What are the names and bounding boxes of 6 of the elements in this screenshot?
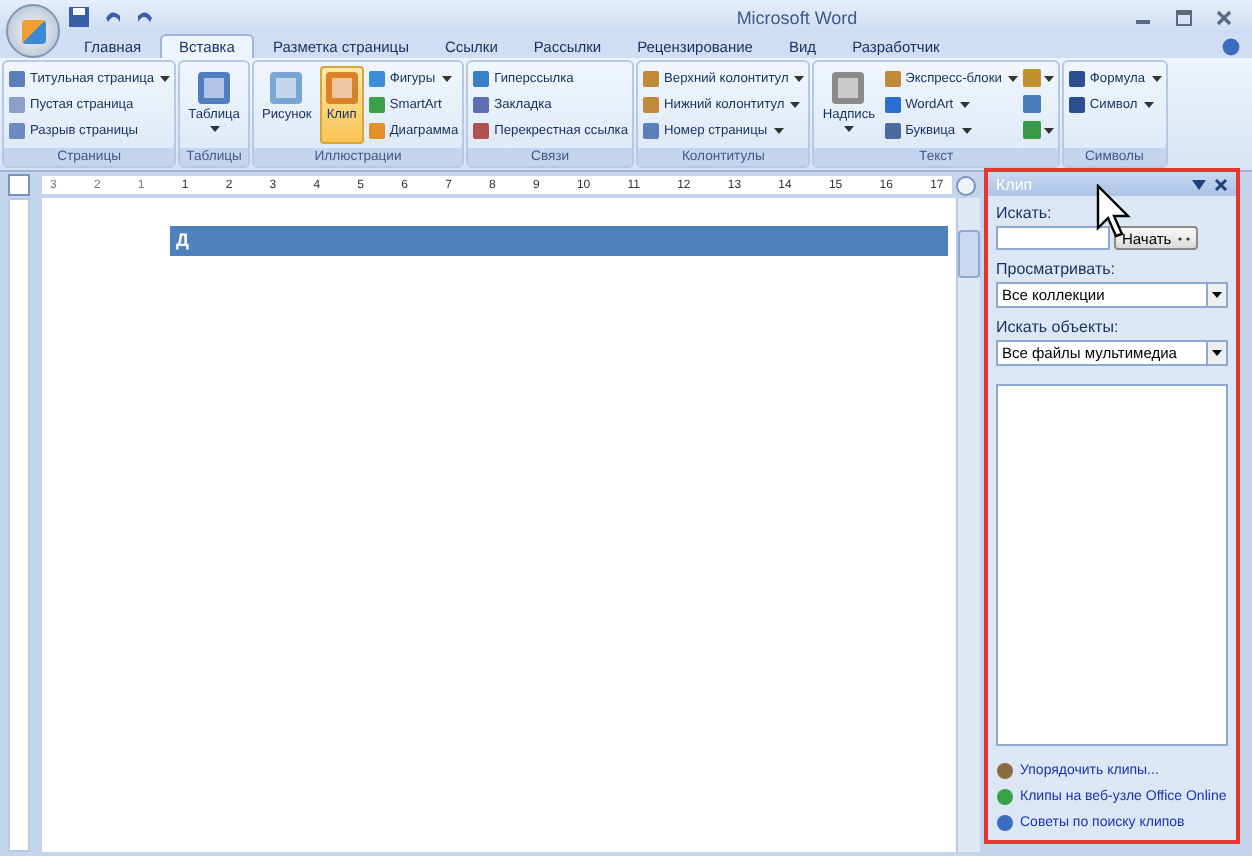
window-title: Microsoft Word: [734, 7, 858, 27]
document-heading: Д: [170, 226, 948, 256]
pane-title: Клип: [996, 175, 1035, 193]
field-label: Искать объекты:: [996, 318, 1121, 336]
field-label: Просматривать:: [996, 260, 1117, 278]
field-label: Искать:: [996, 204, 1054, 222]
